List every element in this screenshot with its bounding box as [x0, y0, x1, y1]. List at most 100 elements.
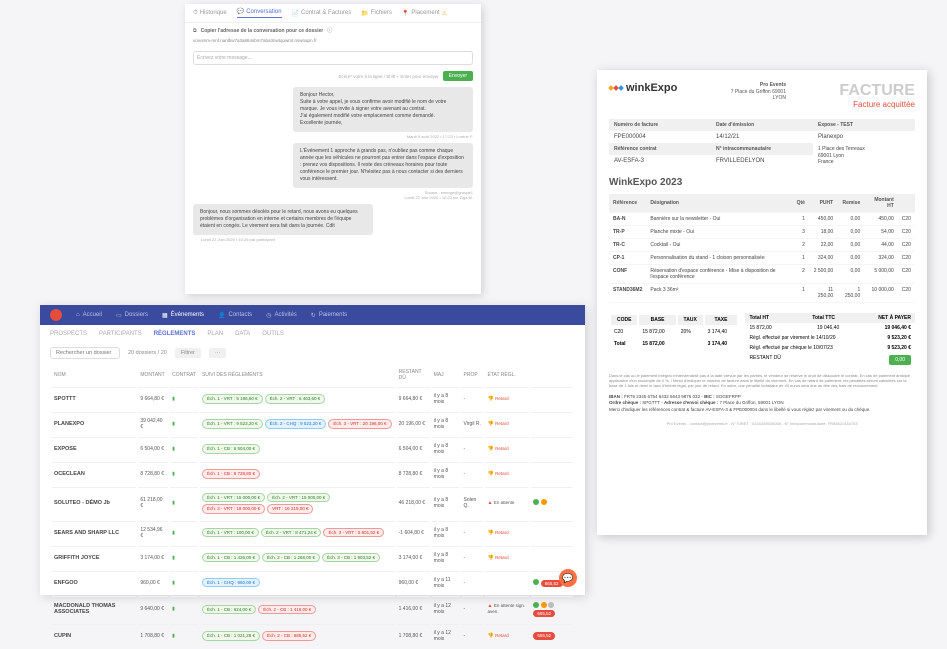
send-button[interactable]: Envoyer [443, 71, 473, 81]
table-row[interactable]: ENFGOO 960,00 € ▮ Éch. 1 - CHQ : 960,00 … [52, 571, 573, 594]
home-icon: ⌂ [76, 312, 80, 318]
calendar-icon: ▦ [162, 312, 168, 319]
subtab-data[interactable]: DATA [235, 331, 250, 337]
status-dot-gray [548, 602, 554, 608]
activity-icon: ◷ [266, 312, 271, 319]
invoice-title: FACTURE [839, 82, 915, 100]
table-row[interactable]: SEARS AND SHARP LLC 12 534,96 € ▮ Éch. 1… [52, 521, 573, 544]
thumbs-down-icon: 👎 [487, 471, 493, 477]
clock-icon: ⏱ [193, 10, 198, 17]
nav-evenements[interactable]: ▦ Événements [162, 312, 204, 319]
nav-accueil[interactable]: ⌂ Accueil [76, 312, 102, 318]
table-row[interactable]: GRIFFITH JOYCE 3 174,00 € ▮ Éch. 1 - CB … [52, 546, 573, 569]
info-icon[interactable]: ⓘ [327, 27, 332, 34]
warning-icon: ▲ [487, 500, 492, 506]
chat-fab-button[interactable]: 💬 [559, 569, 577, 587]
status-dot-green [533, 602, 539, 608]
payment-pill: Éch. 1 - CB : 1 426,00 € [202, 553, 260, 562]
payment-icon: ↻ [311, 312, 316, 319]
subtab-plan[interactable]: PLAN [207, 331, 223, 337]
table-row[interactable]: SPOTTT 9 664,80 € ▮ Éch. 1 - VRT : 5 196… [52, 387, 573, 410]
summary-box: Total HTTotal TTCNET À PAYER 15 872,0019… [745, 313, 915, 367]
copy-icon[interactable]: ⧉ [193, 28, 197, 34]
tab-fichiers[interactable]: 📁 Fichiers [361, 8, 392, 18]
message-bubble: Bonjour Hector, Suite à votre appel, je … [293, 87, 473, 132]
more-button[interactable]: ··· [209, 348, 227, 358]
document-icon[interactable]: ▮ [172, 500, 175, 506]
amount-badge: 665,52 [533, 632, 555, 639]
status-dot-green [533, 499, 539, 505]
tax-box: CODEBASETAUXTAXE C2015 872,0020%3 174,40… [609, 313, 739, 367]
table-row[interactable]: EXPOSE 6 504,00 € ▮ Éch. 1 - CB : 6 504,… [52, 437, 573, 460]
payment-pill: Éch. 1 - VRT : 100,00 € [202, 528, 259, 537]
document-icon[interactable]: ▮ [172, 446, 175, 452]
fine-print: Dans le cas où le paiement intégral n'in… [609, 373, 915, 389]
document-icon[interactable]: ▮ [172, 555, 175, 561]
invoice-lines-table: Référence Désignation Qté PUHT Remise Mo… [609, 194, 915, 303]
message-meta: Mardi 9 août 2022 • 17:23 • Lorène F. [193, 134, 473, 139]
warning-icon: ⚠ [442, 10, 447, 17]
reglements-table: NOM MONTANT CONTRAT SUIVI DES RÈGLEMENTS… [50, 363, 575, 649]
table-row[interactable]: CUPIN 1 708,80 € ▮ Éch. 1 - CB : 1 021,2… [52, 624, 573, 647]
app-logo-icon[interactable] [50, 309, 62, 321]
table-row[interactable]: MACDONALD THOMAS ASSOCIATES 9 640,00 € ▮… [52, 596, 573, 622]
pin-icon: 📍 [402, 10, 409, 17]
email-address: xovomm-mnf.nanlbw7a3a864sbm7aba3nwtqowmt… [185, 38, 481, 47]
table-row[interactable]: SOLUTEO - DÉMO Jb 61 218,00 € ▮ Éch. 1 -… [52, 487, 573, 519]
payment-pill: Éch. 3 - VRT : 18 000,00 € [202, 504, 265, 513]
subtab-outils[interactable]: OUTILS [262, 331, 284, 337]
send-hint: Ecrire* votre à la ligne / Shift + Enter… [338, 74, 438, 79]
company-address: Pro Events 7 Place du Griffon 69001 LYON [731, 82, 786, 102]
brand-logo: winkExpo [609, 82, 677, 94]
subtab-reglements[interactable]: RÈGLEMENTS [154, 331, 196, 337]
tab-contrat[interactable]: 📄 Contrat & Factures [292, 8, 352, 18]
tab-historique[interactable]: ⏱ Historique [193, 8, 227, 18]
nav-paiements[interactable]: ↻ Paiements [311, 312, 347, 319]
payment-pill: Éch. 2 - CB : 1 268,00 € [262, 553, 320, 562]
payment-pill: Éch. 2 - CB : 1 416,00 € [258, 605, 316, 614]
file-icon: 📄 [292, 10, 299, 17]
nav-contacts[interactable]: 👤 Contacts [218, 312, 252, 319]
filter-row: 20 dossiers / 20 Filtrer ··· [40, 343, 585, 363]
nav-dossiers[interactable]: ▭ Dossiers [116, 312, 148, 319]
invoice-status: Facture acquittée [839, 100, 915, 109]
invoice-line: TR-PPlanche mixte - Oui318,000,0054,00C2… [609, 225, 915, 238]
payment-pill: Éch. 3 - VRT : 20 196,00 € [328, 419, 391, 428]
table-row[interactable]: PLANEXPO 39 042,40 € ▮ Éch. 1 - VRT : 9 … [52, 412, 573, 435]
subtab-prospects[interactable]: PROSPECTS [50, 331, 87, 337]
document-icon[interactable]: ▮ [172, 471, 175, 477]
payment-pill: Éch. 1 - CHQ : 960,00 € [202, 578, 260, 587]
search-input[interactable] [50, 347, 120, 359]
document-icon[interactable]: ▮ [172, 606, 175, 612]
invoice-line: CP-1Personnalisation du stand - 1 cloiso… [609, 251, 915, 264]
message-input[interactable]: Écrivez votre message... [193, 51, 473, 65]
payment-info: IBAN : FR76 2345 6754 6432 5643 9876 032… [609, 394, 915, 413]
thumbs-down-icon: 👎 [487, 421, 493, 427]
sub-tabs: PROSPECTS PARTICIPANTS RÈGLEMENTS PLAN D… [40, 325, 585, 343]
tab-conversation[interactable]: 💬 Conversation [237, 8, 282, 18]
document-icon[interactable]: ▮ [172, 421, 175, 427]
filter-button[interactable]: Filtrer [175, 348, 201, 358]
thumbs-down-icon: 👎 [487, 530, 493, 536]
thumbs-down-icon: 👎 [487, 396, 493, 402]
document-icon[interactable]: ▮ [172, 580, 175, 586]
subtab-participants[interactable]: PARTICIPANTS [99, 331, 142, 337]
tab-placement[interactable]: 📍 Placement ⚠ [402, 8, 447, 18]
document-icon[interactable]: ▮ [172, 633, 175, 639]
invoice-info-grid: Numéro de facture FPE000004 Date d'émiss… [609, 119, 915, 169]
invoice-header: winkExpo Pro Events 7 Place du Griffon 6… [609, 82, 915, 109]
payment-pill: Éch. 1 - VRT : 15 000,00 € [202, 493, 265, 502]
document-icon[interactable]: ▮ [172, 530, 175, 536]
payment-pill: Éch. 3 - VRT : 5 601,52 € [323, 528, 384, 537]
invoice-footer: Pro Events - contact@proevents.fr - N° S… [609, 421, 915, 426]
document-icon[interactable]: ▮ [172, 396, 175, 402]
thumbs-down-icon: 👎 [487, 555, 493, 561]
nav-activites[interactable]: ◷ Activités [266, 312, 297, 319]
chat-icon: 💬 [237, 8, 244, 15]
payment-pill: Éch. 1 - CB : 6 504,00 € [202, 444, 260, 453]
payment-pill: Éch. 2 - VRT : 6 463,60 € [265, 394, 326, 403]
invoice-line: BA-NBannière sur la newsletter - Oui1450… [609, 212, 915, 225]
payment-pill: Éch. 2 - CHQ : 9 523,20 € [265, 419, 327, 428]
payment-pill: Éch. 2 - VRT : 15 000,00 € [267, 493, 330, 502]
table-row[interactable]: OCECLEAN 8 728,80 € ▮ Éch. 1 - CB : 8 72… [52, 462, 573, 485]
